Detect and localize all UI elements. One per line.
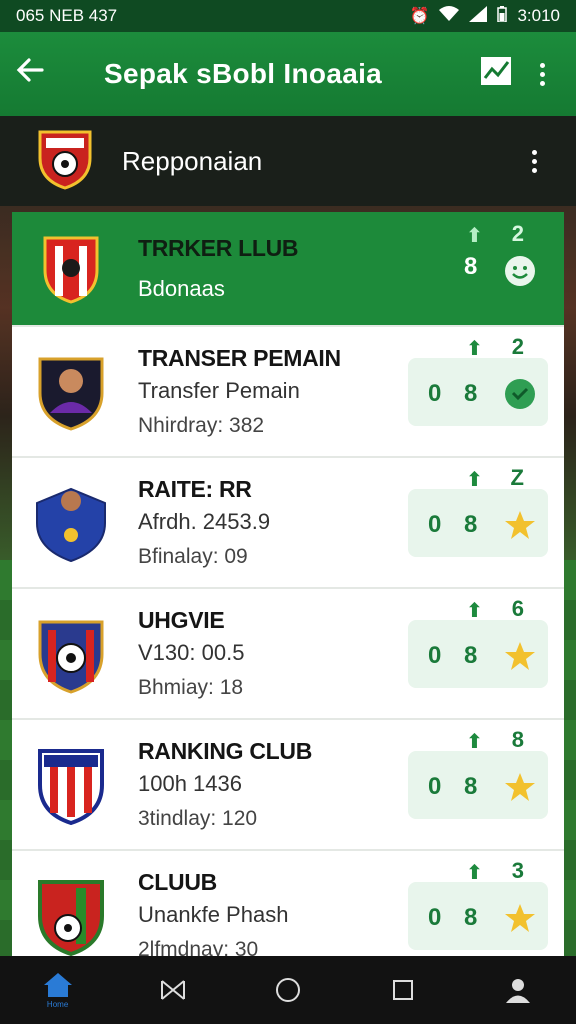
system-nav-bar: Home: [0, 956, 576, 1024]
green-check-badge-icon: [504, 378, 536, 410]
stats-box: ⬆ Z 0 8: [408, 465, 548, 557]
recents-button[interactable]: [373, 960, 433, 1020]
stats-box: ⬆ 8 0 8: [408, 727, 548, 819]
smile-badge-icon: [504, 255, 536, 287]
chart-check-icon[interactable]: [468, 56, 524, 93]
star-badge-icon: [504, 509, 536, 541]
wifi-icon: [439, 5, 460, 27]
status-time: 3:010: [517, 6, 560, 25]
up-arrow-icon: ⬆: [466, 337, 483, 360]
bowtie-nav-button[interactable]: [143, 960, 203, 1020]
player-blue-crest-icon: [32, 483, 110, 563]
club-crest-icon: [36, 128, 94, 195]
up-arrow-icon: ⬆: [466, 730, 483, 753]
bowtie-icon: [160, 980, 185, 1000]
stat-zero: 0: [428, 772, 442, 800]
crest-ball-icon: [32, 614, 110, 694]
circle-icon: [275, 978, 300, 1002]
stat-zero: 0: [428, 379, 442, 407]
row-title: TRANSER PEMAIN: [138, 345, 341, 371]
stat-top: 3: [511, 857, 524, 883]
section-title: Repponaian: [122, 145, 263, 176]
home-icon: [43, 972, 72, 997]
section-header: Repponaian: [0, 116, 576, 206]
row-meta: Bhmiay: 18: [138, 676, 244, 699]
app-bar: Sepak sBobl Inoaaia: [0, 32, 576, 116]
stat-zero: 0: [428, 641, 442, 669]
stat-value: 8: [464, 903, 478, 931]
row-title: CLUUB: [138, 869, 217, 895]
row-subtitle: Transfer Pemain: [138, 378, 300, 403]
up-arrow-icon: ⬆: [466, 224, 483, 247]
stats-box: ⬆ 6 0 8: [408, 596, 548, 688]
stats-box: ⬆ 2 8: [408, 221, 548, 303]
row-meta: Bfinalay: 09: [138, 545, 248, 568]
row-subtitle: Unankfe Phash: [138, 902, 289, 927]
row-subtitle: Bdonaas: [138, 276, 225, 301]
stats-box: ⬆ 2 0 8: [408, 334, 548, 426]
app-title: Sepak sBobl Inoaaia: [104, 58, 383, 89]
list-item[interactable]: UHGVIE V130: 00.5 Bhmiay: 18 ⬆ 6 0 8: [12, 589, 564, 720]
alarm-icon: ⏰: [409, 8, 430, 25]
row-meta: 2lfmdnay: 30: [138, 938, 259, 956]
up-arrow-icon: ⬆: [466, 599, 483, 622]
stats-box: ⬆ 3 0 8: [408, 858, 548, 950]
stat-zero: 0: [428, 903, 442, 931]
star-badge-icon: [504, 771, 536, 803]
star-badge-icon: [504, 640, 536, 672]
player-avatar-icon: [32, 352, 110, 432]
list-item[interactable]: CLUUB Unankfe Phash 2lfmdnay: 30 ⬆ 3 0 8: [12, 851, 564, 956]
row-title: RANKING CLUB: [138, 738, 312, 764]
crest-red-white-icon: [32, 229, 110, 309]
list-item[interactable]: RANKING CLUB 100h 1436 3tindlay: 120 ⬆ 8…: [12, 720, 564, 851]
home-circle-button[interactable]: [258, 960, 318, 1020]
row-meta: 3tindlay: 120: [138, 807, 258, 830]
row-title: UHGVIE: [138, 607, 225, 633]
up-arrow-icon: ⬆: [466, 861, 483, 884]
stat-value: 8: [464, 772, 478, 800]
stat-value: 8: [464, 510, 478, 538]
stat-top: 2: [511, 333, 524, 359]
crest-red-ball-icon: [32, 876, 110, 956]
list-item[interactable]: TRANSER PEMAIN Transfer Pemain Nhirdray:…: [12, 327, 564, 458]
up-arrow-icon: ⬆: [466, 468, 483, 491]
stat-top: 8: [511, 726, 524, 752]
stat-top: Z: [510, 464, 524, 490]
row-subtitle: V130: 00.5: [138, 640, 245, 665]
battery-icon: [497, 5, 508, 27]
status-bar: 065 NEB 437 ⏰ 3:010: [0, 0, 576, 32]
back-arrow-icon[interactable]: [16, 56, 72, 92]
stat-top: 6: [511, 595, 524, 621]
profile-nav-button[interactable]: [488, 960, 548, 1020]
person-icon: [506, 979, 531, 1003]
home-nav-label: Home: [46, 999, 69, 1009]
row-subtitle: 100h 1436: [138, 771, 242, 796]
row-subtitle: Afrdh. 2453.9: [138, 509, 271, 534]
row-title: RAITE: RR: [138, 476, 252, 502]
home-nav-button[interactable]: Home: [28, 960, 88, 1020]
star-badge-icon: [504, 902, 536, 934]
stat-value: 8: [464, 252, 478, 280]
square-icon: [393, 980, 414, 1000]
stat-zero: 0: [428, 510, 442, 538]
stat-top: 2: [511, 220, 524, 246]
more-options-icon[interactable]: [524, 62, 560, 86]
stat-value: 8: [464, 641, 478, 669]
section-more-icon[interactable]: [516, 149, 552, 173]
stat-value: 8: [464, 379, 478, 407]
row-title: TRRKER LLUB: [138, 235, 299, 261]
signal-icon: [469, 5, 488, 27]
list-item[interactable]: RAITE: RR Afrdh. 2453.9 Bfinalay: 09 ⬆ Z…: [12, 458, 564, 589]
list-item[interactable]: TRRKER LLUB Bdonaas ⬆ 2 8: [12, 212, 564, 327]
status-left-text: 065 NEB 437: [16, 6, 118, 25]
row-meta: Nhirdray: 382: [138, 414, 265, 437]
crest-striped-icon: [32, 745, 110, 825]
club-list: TRRKER LLUB Bdonaas ⬆ 2 8 TRANSER PEMAIN…: [12, 212, 564, 956]
